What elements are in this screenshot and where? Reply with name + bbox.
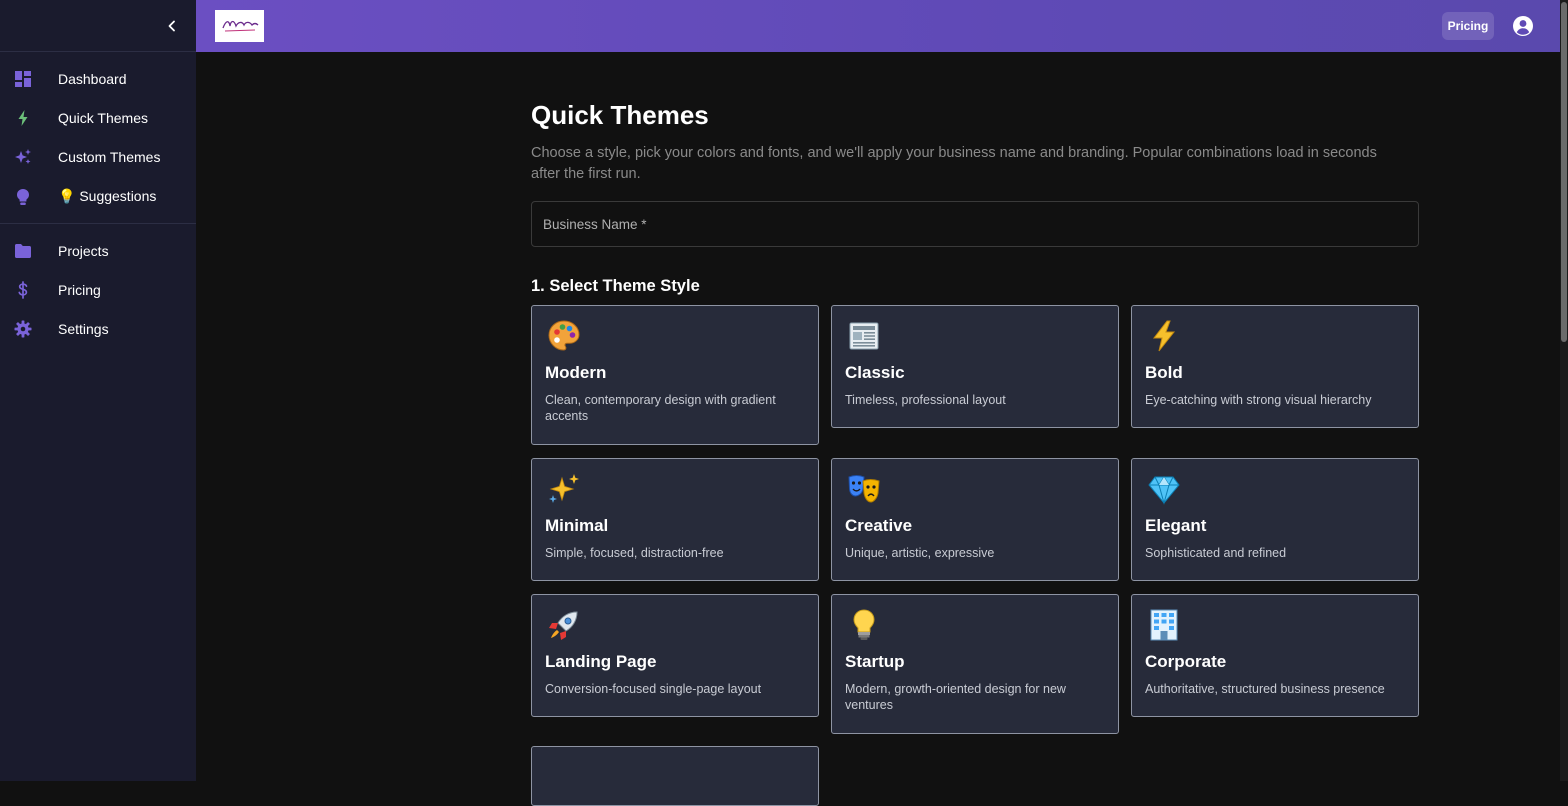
theme-card-title: Creative [845,516,913,535]
performing-arts-icon [847,472,881,506]
folder-icon [15,243,31,258]
theme-card-description: Eye-catching with strong visual hierarch… [1145,393,1372,407]
theme-card-title: Startup [845,652,905,671]
sidebar-item-projects[interactable]: Projects [0,231,196,270]
business-name-label: Business Name * [543,216,647,232]
theme-card-description: Unique, artistic, expressive [845,546,995,560]
scrollbar-thumb[interactable] [1561,2,1567,342]
theme-card-title: Elegant [1145,516,1207,535]
chevron-left-icon [168,20,175,32]
high-voltage-icon [1147,319,1181,353]
gem-icon [1147,472,1181,506]
account-circle-icon [1513,16,1533,36]
theme-card-description: Clean, contemporary design with gradient… [545,393,776,423]
theme-card-modern[interactable]: Modern Clean, contemporary design with g… [531,305,819,445]
light-bulb-emoji-icon [847,608,881,642]
sidebar-item-suggestions[interactable]: 💡 Suggestions [0,177,196,216]
theme-card-corporate[interactable]: Corporate Authoritative, structured busi… [1131,594,1419,717]
theme-card-description: Sophisticated and refined [1145,546,1287,560]
theme-card-minimal[interactable]: Minimal Simple, focused, distraction-fre… [531,458,819,581]
sparkles-icon [15,149,31,165]
sidebar-header [0,0,196,52]
sidebar-item-quick-themes[interactable]: Quick Themes [0,98,196,137]
theme-card-description: Timeless, professional layout [845,393,1006,407]
sidebar-item-label: 💡 Suggestions [58,188,157,205]
sidebar-item-label: Quick Themes [58,109,148,126]
collapse-sidebar-button[interactable] [162,16,182,36]
theme-card-bold[interactable]: Bold Eye-catching with strong visual hie… [1131,305,1419,428]
lightbulb-icon [17,188,29,205]
palette-icon [547,319,581,353]
theme-card-title: Landing Page [545,652,657,671]
theme-card-description: Modern, growth-oriented design for new v… [845,682,1066,712]
theme-card-title: Minimal [545,516,609,535]
theme-card-description: Conversion-focused single-page layout [545,682,762,696]
theme-card-creative[interactable]: Creative Unique, artistic, expressive [831,458,1119,581]
sidebar-item-label: Custom Themes [58,149,161,166]
theme-grid: Modern Clean, contemporary design with g… [531,305,1419,806]
theme-card-title: Classic [845,363,905,382]
scrollbar[interactable] [1560,0,1568,781]
page-description: Choose a style, pick your colors and fon… [531,145,1377,182]
sparkles-emoji-icon [547,472,581,506]
dollar-icon [18,281,28,299]
dashboard-icon [15,70,31,87]
rocket-icon [547,608,581,642]
brand-logo[interactable] [215,10,264,42]
sidebar-item-dashboard[interactable]: Dashboard [0,59,196,98]
bolt-icon [18,109,28,126]
main-area: Pricing Quick Themes Choose a style, pic… [196,0,1568,806]
theme-card-description: Authoritative, structured business prese… [1145,682,1385,696]
gear-icon [14,320,32,338]
page-title: Quick Themes [531,100,709,130]
logo-icon [221,20,258,32]
theme-card-elegant[interactable]: Elegant Sophisticated and refined [1131,458,1419,581]
account-button[interactable] [1510,13,1536,39]
top-bar: Pricing [196,0,1568,52]
theme-card-description: Simple, focused, distraction-free [545,546,724,560]
theme-card-landing-page[interactable]: Landing Page Conversion-focused single-p… [531,594,819,717]
theme-card-startup[interactable]: Startup Modern, growth-oriented design f… [831,594,1119,734]
office-building-icon [1147,608,1181,642]
sidebar-item-custom-themes[interactable]: Custom Themes [0,138,196,177]
theme-card-title: Modern [545,363,607,382]
page-content: Quick Themes Choose a style, pick your c… [531,52,1419,806]
sidebar-item-label: Dashboard [58,70,127,87]
theme-card-partial[interactable] [531,746,819,806]
theme-card-title: Corporate [1145,652,1227,671]
sidebar-item-label: Projects [58,242,109,259]
sidebar: Dashboard Quick Themes Custom Themes 💡 S… [0,0,196,781]
sidebar-item-settings[interactable]: Settings [0,310,196,349]
theme-card-title: Bold [1145,363,1183,382]
nav-group-main: Dashboard Quick Themes Custom Themes 💡 S… [0,52,196,223]
sidebar-item-label: Settings [58,321,109,338]
sidebar-item-label: Pricing [58,282,101,299]
business-name-field[interactable]: Business Name * [531,201,1419,247]
newspaper-icon [847,319,881,353]
nav-group-secondary: Projects Pricing Settings [0,223,196,356]
pricing-button[interactable]: Pricing [1442,12,1494,40]
theme-style-section-title: 1. Select Theme Style [531,277,700,295]
theme-card-classic[interactable]: Classic Timeless, professional layout [831,305,1119,428]
sidebar-item-pricing[interactable]: Pricing [0,270,196,309]
